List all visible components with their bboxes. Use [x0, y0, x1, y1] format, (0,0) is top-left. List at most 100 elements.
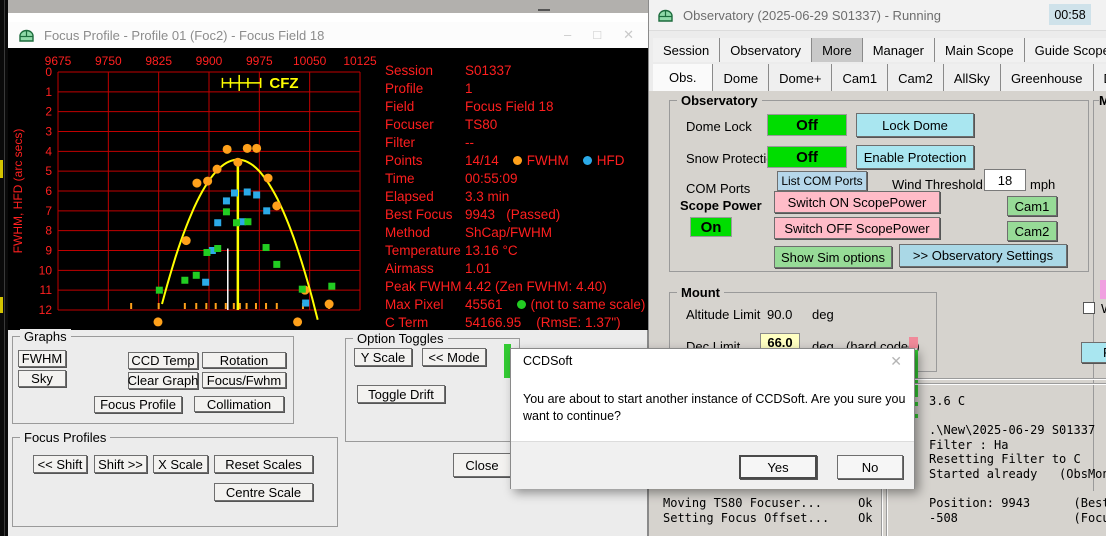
maxpixel-point	[223, 208, 230, 215]
cam2-button[interactable]: Cam2	[1007, 221, 1057, 241]
observatory-group: Observatory Dome Lock Off Lock Dome Snow…	[669, 100, 1089, 272]
close-button[interactable]: Close	[453, 453, 511, 477]
mount-group-label: Mount	[677, 285, 724, 300]
rotation-button[interactable]: Rotation	[202, 352, 286, 368]
log-line: Moving TS80 Focuser... Ok	[663, 496, 873, 511]
reset-scales-button[interactable]: Reset Scales	[214, 455, 313, 473]
tab-allsky[interactable]: AllSky	[944, 64, 1001, 91]
edge-checkbox[interactable]	[1083, 302, 1095, 314]
tab-cam2[interactable]: Cam2	[888, 64, 944, 91]
dome-lock-label: Dome Lock	[686, 119, 752, 134]
observatory-settings-button[interactable]: >> Observatory Settings	[899, 244, 1067, 267]
focus-profiles-group: Focus Profiles	[12, 437, 338, 527]
tab-more[interactable]: More	[812, 38, 863, 62]
edge-button[interactable]: F	[1081, 342, 1106, 363]
close-icon[interactable]: ✕	[623, 27, 634, 43]
hfd-point	[263, 207, 270, 214]
fwhm-point	[325, 300, 334, 309]
dialog-message-line: You are about to start another instance …	[523, 391, 905, 408]
focus-profile-button[interactable]: Focus Profile	[94, 396, 182, 413]
altitude-limit-label: Altitude Limit	[686, 307, 760, 322]
shift-right-button[interactable]: Shift >>	[94, 455, 147, 473]
focus-info-value: 45561	[465, 297, 503, 312]
fwhm-point	[252, 144, 261, 153]
hfd-point	[253, 191, 260, 198]
focus-info-value: TS80	[465, 117, 497, 132]
y-axis-title: FWHM, HFD (arc secs)	[11, 129, 25, 254]
fwhm-point	[203, 177, 212, 186]
desktop-left-strip-line	[4, 0, 5, 536]
cam1-button[interactable]: Cam1	[1007, 196, 1057, 216]
tab-dome[interactable]: Dome	[713, 64, 769, 91]
fwhm-point	[192, 179, 201, 188]
yes-button[interactable]: Yes	[739, 455, 817, 479]
tab-main-scope[interactable]: Main Scope	[935, 38, 1025, 62]
mode-button[interactable]: << Mode	[422, 348, 486, 366]
shift-left-button[interactable]: << Shift	[33, 455, 87, 473]
hfd-legend-label: HFD	[597, 153, 625, 168]
focus-info-panel: SessionS01337Profile1FieldFocus Field 18…	[385, 48, 648, 330]
sky-button[interactable]: Sky	[18, 370, 66, 387]
x-scale-button[interactable]: X Scale	[153, 455, 208, 473]
ccdsoft-dialog-titlebar[interactable]: CCDSoft ✕	[511, 349, 914, 373]
fwhm-legend-dot	[513, 156, 522, 165]
maxpixel-point	[299, 286, 306, 293]
tab-dome-[interactable]: Dome+	[769, 64, 832, 91]
switch-off-scopepower-button[interactable]: Switch OFF ScopePower	[774, 217, 940, 239]
wind-threshold-input[interactable]	[984, 169, 1026, 191]
hidden-window-fragment	[0, 297, 3, 313]
log-line: Position: 9943 (Best Fo	[929, 496, 1106, 511]
focus-info-row: C Term54166.95 (RmsE: 1.37")	[385, 313, 621, 331]
tab-data[interactable]: Data	[1094, 64, 1106, 91]
dialog-close-icon[interactable]: ✕	[890, 353, 902, 370]
tab-greenhouse[interactable]: Greenhouse	[1001, 64, 1094, 91]
list-com-ports-button[interactable]: List COM Ports	[777, 171, 867, 191]
dialog-message-line: want to continue?	[523, 408, 905, 425]
log-line: .\New\2025-06-29 S01337	[929, 423, 1106, 438]
scope-power-state: On	[690, 217, 732, 237]
tab-observatory[interactable]: Observatory	[720, 38, 812, 62]
tab-cam1[interactable]: Cam1	[832, 64, 888, 91]
no-button[interactable]: No	[837, 455, 903, 479]
background-minimize-glyph[interactable]	[538, 9, 550, 11]
secondary-tab-strip: Obs.DomeDome+Cam1Cam2AllSkyGreenhouseDat…	[653, 64, 1106, 91]
observatory-titlebar[interactable]: Observatory (2025-06-29 S01337) - Runnin…	[649, 0, 1106, 31]
fwhm-button[interactable]: FWHM	[18, 350, 66, 367]
partially-hidden-control	[1100, 280, 1106, 299]
collimation-button[interactable]: Collimation	[194, 396, 284, 412]
tab-manager[interactable]: Manager	[863, 38, 935, 62]
y-scale-button[interactable]: Y Scale	[354, 348, 412, 366]
lock-dome-button[interactable]: Lock Dome	[856, 113, 974, 137]
toggle-drift-button[interactable]: Toggle Drift	[357, 385, 445, 403]
option-toggles-group-label: Option Toggles	[353, 331, 448, 346]
maximize-icon[interactable]: □	[593, 27, 601, 43]
com-ports-label: COM Ports	[686, 181, 750, 196]
log-right-column: 3.6 C .\New\2025-06-29 S01337Filter : Ha…	[929, 394, 1106, 525]
wind-unit-label: mph	[1030, 177, 1055, 192]
hfd-point	[214, 219, 221, 226]
tab-guide-scope[interactable]: Guide Scope	[1025, 38, 1106, 62]
focus-profile-titlebar[interactable]: Focus Profile - Profile 01 (Foc2) - Focu…	[8, 22, 648, 49]
switch-on-scopepower-button[interactable]: Switch ON ScopePower	[774, 191, 940, 213]
fwhm-point	[213, 165, 222, 174]
focus-info-row: Max Pixel45561(not to same scale)	[385, 295, 645, 313]
focus-fwhm-button[interactable]: Focus/Fwhm	[202, 372, 286, 388]
focus-info-label: Max Pixel	[385, 297, 465, 312]
clear-graph-button[interactable]: Clear Graph	[128, 372, 198, 389]
y-tick-label: 4	[45, 144, 52, 158]
enable-protection-button[interactable]: Enable Protection	[856, 145, 974, 169]
focus-info-value: --	[465, 135, 474, 150]
tab-session[interactable]: Session	[653, 38, 720, 62]
ccd-temp-button[interactable]: CCD Temp	[128, 352, 198, 369]
tab-obs-[interactable]: Obs.	[653, 64, 713, 91]
focus-info-row: FocuserTS80	[385, 115, 497, 133]
maxpixel-point	[263, 244, 270, 251]
fwhm-point	[243, 144, 252, 153]
y-tick-label: 6	[45, 184, 52, 198]
centre-scale-button[interactable]: Centre Scale	[214, 483, 313, 501]
minimize-icon[interactable]: –	[564, 27, 571, 43]
show-sim-options-button[interactable]: Show Sim options	[774, 246, 892, 268]
x-tick-label: 9975	[246, 54, 273, 68]
log-line: -508 (Focus O	[929, 511, 1106, 526]
cfz-label: CFZ	[269, 75, 298, 92]
